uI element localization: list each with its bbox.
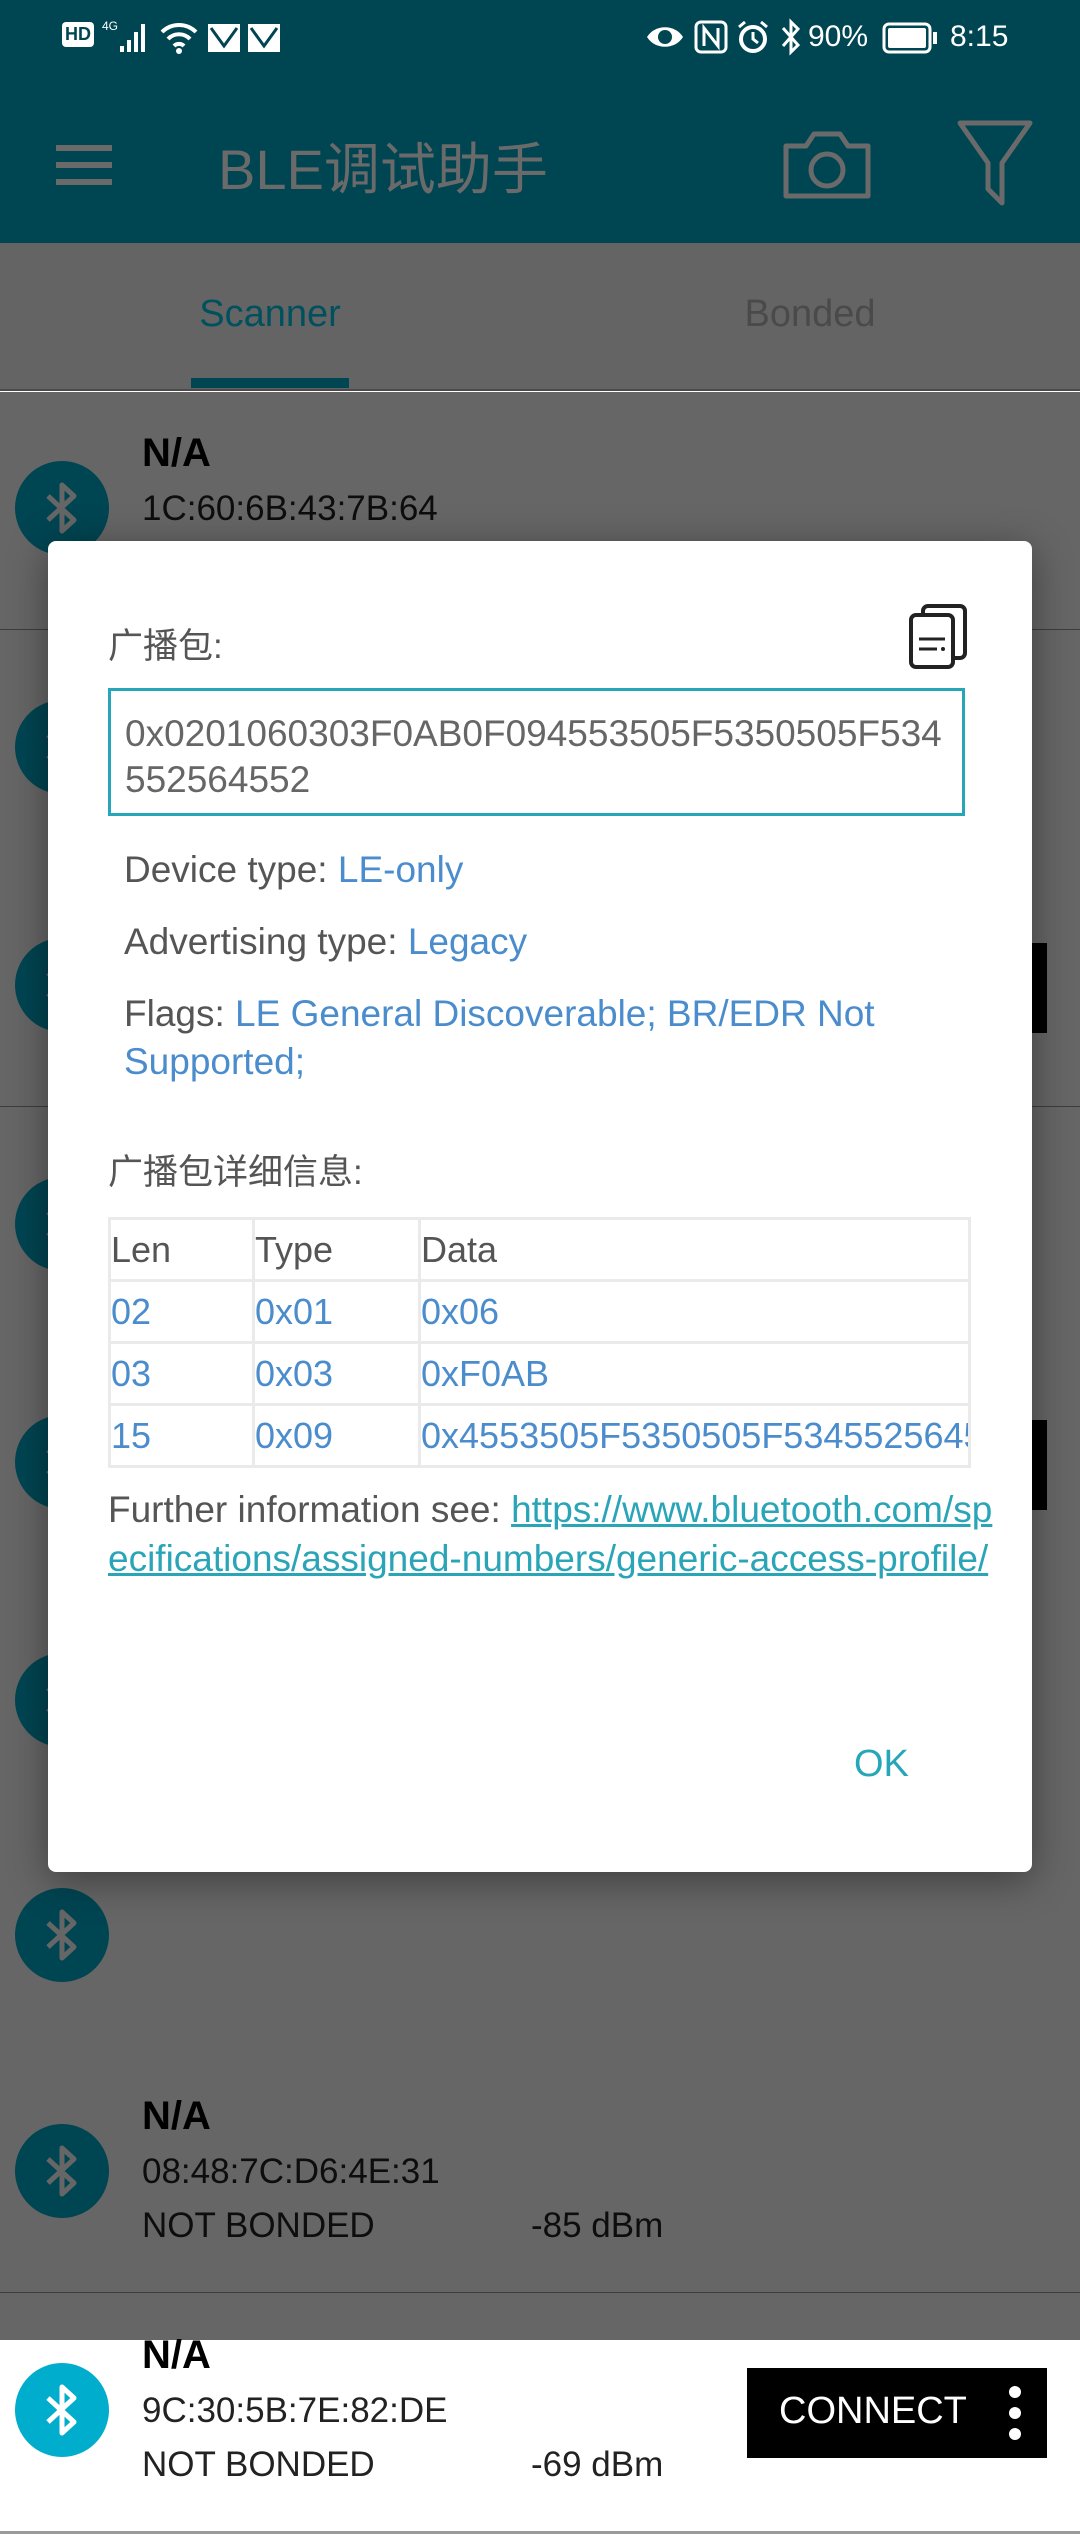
further-info-label: Further information see:	[108, 1489, 512, 1530]
cell-type: 0x09	[252, 1403, 421, 1468]
advertising-type-label: Advertising type:	[124, 921, 408, 962]
table-row: 15 0x09 0x4553505F5350505F534552564552	[108, 1403, 971, 1468]
tab-bar: Scanner Bonded	[0, 243, 1080, 392]
flags-label: Flags:	[124, 993, 236, 1034]
device-type: Device type: LE-only	[124, 846, 1024, 894]
further-info: Further information see: https://www.blu…	[108, 1485, 1008, 1583]
more-icon[interactable]	[1009, 2386, 1021, 2398]
advertising-packet-dialog: 广播包: 0x0201060303F0AB0F094553505F5350505…	[48, 541, 1032, 1872]
alarm-icon	[738, 20, 768, 53]
flags-value: LE General Discoverable; BR/EDR Not Supp…	[124, 993, 875, 1082]
rssi: -69 dBm	[531, 2445, 664, 2484]
table-header: Len Type Data	[108, 1217, 971, 1282]
flags: Flags: LE General Discoverable; BR/EDR N…	[124, 990, 1024, 1086]
ok-button[interactable]: OK	[824, 1733, 939, 1796]
copy-icon[interactable]	[907, 603, 969, 669]
device-type-value: LE-only	[337, 849, 464, 890]
adv-packet-label: 广播包:	[108, 627, 223, 666]
tab-indicator	[191, 378, 349, 388]
status-bar: HD 4G 90% 8:15	[0, 0, 1080, 75]
cell-len: 03	[108, 1341, 255, 1406]
tab-scanner[interactable]: Scanner	[70, 293, 470, 336]
hamburger-icon[interactable]	[56, 145, 112, 185]
adv-packet-field[interactable]: 0x0201060303F0AB0F094553505F5350505F5345…	[108, 688, 965, 816]
cell-type: 0x01	[252, 1279, 421, 1344]
details-label: 广播包详细信息:	[108, 1153, 363, 1192]
cell-type: 0x03	[252, 1341, 421, 1406]
cell-data: 0x06	[418, 1279, 971, 1344]
4g-signal-icon: 4G	[102, 19, 145, 52]
clock: 8:15	[950, 20, 1009, 53]
nfc-icon	[694, 20, 728, 54]
eye-icon	[647, 27, 683, 47]
svg-text:4G: 4G	[102, 19, 118, 33]
bluetooth-device-icon	[15, 2363, 109, 2457]
table-row: 02 0x01 0x06	[108, 1279, 971, 1344]
filter-icon[interactable]	[955, 118, 1035, 208]
more-icon[interactable]	[1009, 2428, 1021, 2440]
hd-icon: HD	[62, 22, 94, 47]
table-row: 03 0x03 0xF0AB	[108, 1341, 971, 1406]
battery-icon	[882, 22, 937, 54]
connect-label: CONNECT	[779, 2390, 967, 2432]
bond-status: NOT BONDED	[142, 2445, 375, 2484]
connect-button[interactable]: CONNECT	[747, 2368, 1047, 2458]
cell-len: 15	[108, 1403, 255, 1468]
bluetooth-icon	[781, 18, 801, 56]
cell-data: 0x4553505F5350505F534552564552	[418, 1403, 971, 1468]
mail-icon	[248, 24, 280, 52]
more-icon[interactable]	[1009, 2407, 1021, 2419]
advertising-type-value: Legacy	[407, 921, 528, 962]
device-type-label: Device type:	[124, 849, 338, 890]
header-len: Len	[108, 1217, 255, 1282]
mail-icon	[208, 24, 240, 52]
advertising-type: Advertising type: Legacy	[124, 918, 1024, 966]
tab-bonded[interactable]: Bonded	[610, 293, 1010, 336]
ad-structure-table: Len Type Data 02 0x01 0x06 03 0x03 0xF0A…	[108, 1217, 971, 1468]
device-mac: 9C:30:5B:7E:82:DE	[142, 2391, 448, 2430]
cell-len: 02	[108, 1279, 255, 1344]
header-data: Data	[418, 1217, 971, 1282]
cell-data: 0xF0AB	[418, 1341, 971, 1406]
camera-icon[interactable]	[780, 128, 874, 200]
header-type: Type	[252, 1217, 421, 1282]
battery-percent: 90%	[808, 20, 869, 53]
wifi-icon	[160, 22, 198, 54]
app-title: BLE调试助手	[218, 138, 548, 201]
